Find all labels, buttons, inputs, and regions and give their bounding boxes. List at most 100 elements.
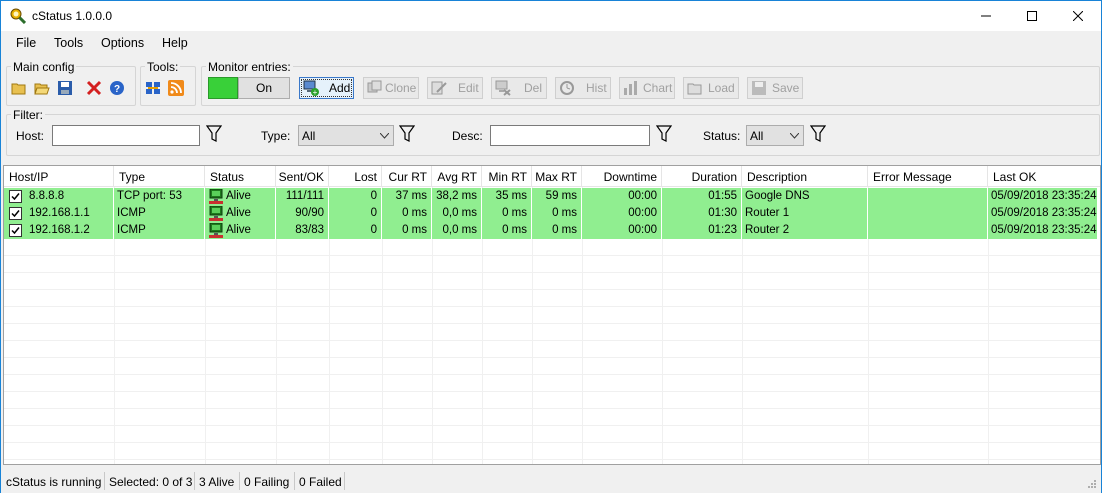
load-button[interactable]: Load	[683, 77, 739, 99]
menu-options[interactable]: Options	[101, 36, 144, 50]
menu-help[interactable]: Help	[162, 36, 188, 50]
col-lost[interactable]: Lost	[329, 166, 382, 187]
col-max-rt[interactable]: Max RT	[532, 166, 582, 187]
row-checkbox[interactable]	[9, 224, 22, 237]
svg-text:+: +	[313, 88, 318, 96]
clone-icon	[367, 80, 382, 93]
status-selected: Selected: 0 of 3	[109, 475, 193, 489]
sent-ok-cell: 83/83	[276, 222, 329, 239]
type-filter-icon[interactable]	[399, 125, 415, 142]
help-icon[interactable]: ?	[109, 80, 125, 96]
network-tool-icon[interactable]	[145, 80, 161, 96]
host-value: 8.8.8.8	[29, 190, 65, 202]
host-filter-label: Host:	[16, 129, 45, 143]
last-ok-cell: 05/09/2018 23:35:24	[991, 190, 1097, 202]
col-last-ok[interactable]: Last OK	[988, 166, 1100, 187]
col-status[interactable]: Status	[205, 166, 276, 187]
host-cell: 8.8.8.8	[4, 188, 114, 205]
host-filter-icon[interactable]	[206, 125, 222, 142]
col-error-message[interactable]: Error Message	[868, 166, 988, 187]
chart-button[interactable]: Chart	[619, 77, 675, 99]
minimize-icon	[981, 15, 991, 17]
error-cell	[868, 188, 988, 205]
type-cell: ICMP	[114, 222, 205, 239]
status-filter-label: Status:	[703, 129, 741, 143]
monitor-entries-label: Monitor entries:	[206, 60, 293, 74]
monitor-table[interactable]: Host/IP Type Status Sent/OK Lost Cur RT …	[3, 165, 1101, 465]
tools-label: Tools:	[145, 60, 181, 74]
empty-grid-row	[4, 239, 1100, 256]
filter-label: Filter:	[11, 108, 45, 122]
status-value: Alive	[226, 190, 251, 202]
table-row[interactable]: 192.168.1.1 ICMP Alive 90/90 0 0 ms 0,0 …	[4, 205, 1097, 222]
resize-grip-icon[interactable]	[1087, 479, 1097, 489]
open-folder-icon[interactable]	[34, 80, 50, 96]
close-button[interactable]	[1055, 1, 1101, 31]
clone-button[interactable]: Clone	[363, 77, 419, 99]
min-rt-cell: 0 ms	[482, 205, 532, 222]
type-filter-value: All	[302, 129, 316, 143]
col-downtime[interactable]: Downtime	[582, 166, 662, 187]
host-filter-input[interactable]	[52, 125, 200, 146]
svg-text:?: ?	[114, 84, 120, 95]
avg-rt-cell: 0,0 ms	[432, 205, 482, 222]
status-filter-select[interactable]: All	[746, 125, 804, 146]
table-row[interactable]: 8.8.8.8 TCP port: 53 Alive 111/111 0 37 …	[4, 188, 1097, 205]
col-cur-rt[interactable]: Cur RT	[382, 166, 432, 187]
monitor-toggle-button[interactable]: On	[238, 77, 290, 99]
error-cell	[868, 205, 988, 222]
status-filter-icon[interactable]	[810, 125, 826, 142]
menu-tools[interactable]: Tools	[54, 36, 83, 50]
status-value: Alive	[226, 224, 251, 236]
last-ok-cell: 05/09/2018 23:35:24	[991, 224, 1097, 236]
load-button-label: Load	[708, 81, 735, 95]
table-row[interactable]: 192.168.1.2 ICMP Alive 83/83 0 0 ms 0,0 …	[4, 222, 1097, 239]
empty-grid-row	[4, 324, 1100, 341]
status-filter-value: All	[750, 129, 764, 143]
row-checkbox[interactable]	[9, 190, 22, 203]
empty-grid-row	[4, 273, 1100, 290]
new-folder-icon[interactable]	[11, 80, 27, 96]
avg-rt-cell: 38,2 ms	[432, 188, 482, 205]
duration-cell: 01:23	[662, 222, 742, 239]
max-rt-cell: 0 ms	[532, 222, 582, 239]
status-failed-count: 0 Failed	[299, 475, 342, 489]
save-entries-button[interactable]: Save	[747, 77, 803, 99]
col-min-rt[interactable]: Min RT	[482, 166, 532, 187]
delete-icon[interactable]	[86, 80, 102, 96]
empty-grid-row	[4, 307, 1100, 324]
col-description[interactable]: Description	[742, 166, 868, 187]
desc-filter-input[interactable]	[490, 125, 650, 146]
hist-button[interactable]: Hist	[555, 77, 611, 99]
minimize-button[interactable]	[963, 1, 1009, 31]
empty-grid-row	[4, 409, 1100, 426]
app-logo-icon	[10, 8, 26, 24]
del-button[interactable]: Del	[491, 77, 547, 99]
col-duration[interactable]: Duration	[662, 166, 742, 187]
status-separator	[294, 472, 295, 490]
type-filter-select[interactable]: All	[298, 125, 394, 146]
status-running: cStatus is running	[6, 475, 102, 489]
delete-monitor-icon	[495, 80, 511, 96]
desc-filter-icon[interactable]	[656, 125, 672, 142]
empty-grid-row	[4, 341, 1100, 358]
col-avg-rt[interactable]: Avg RT	[432, 166, 482, 187]
add-monitor-icon: +	[303, 80, 319, 96]
menu-file[interactable]: File	[16, 36, 36, 50]
edit-button[interactable]: Edit	[427, 77, 483, 99]
status-cell: Alive	[205, 205, 276, 222]
save-icon[interactable]	[57, 80, 73, 96]
status-bar: cStatus is running Selected: 0 of 3 3 Al…	[1, 469, 1101, 493]
rss-icon[interactable]	[168, 80, 184, 96]
downtime-cell: 00:00	[582, 205, 662, 222]
row-checkbox[interactable]	[9, 207, 22, 220]
col-type[interactable]: Type	[114, 166, 205, 187]
col-host[interactable]: Host/IP	[4, 166, 114, 187]
downtime-cell: 00:00	[582, 188, 662, 205]
chart-button-label: Chart	[643, 81, 673, 95]
col-sent-ok[interactable]: Sent/OK	[276, 166, 329, 187]
add-button[interactable]: + Add	[299, 77, 354, 99]
menu-bar: File Tools Options Help	[1, 33, 1101, 55]
maximize-button[interactable]	[1009, 1, 1055, 31]
monitor-status-indicator[interactable]	[208, 77, 238, 99]
